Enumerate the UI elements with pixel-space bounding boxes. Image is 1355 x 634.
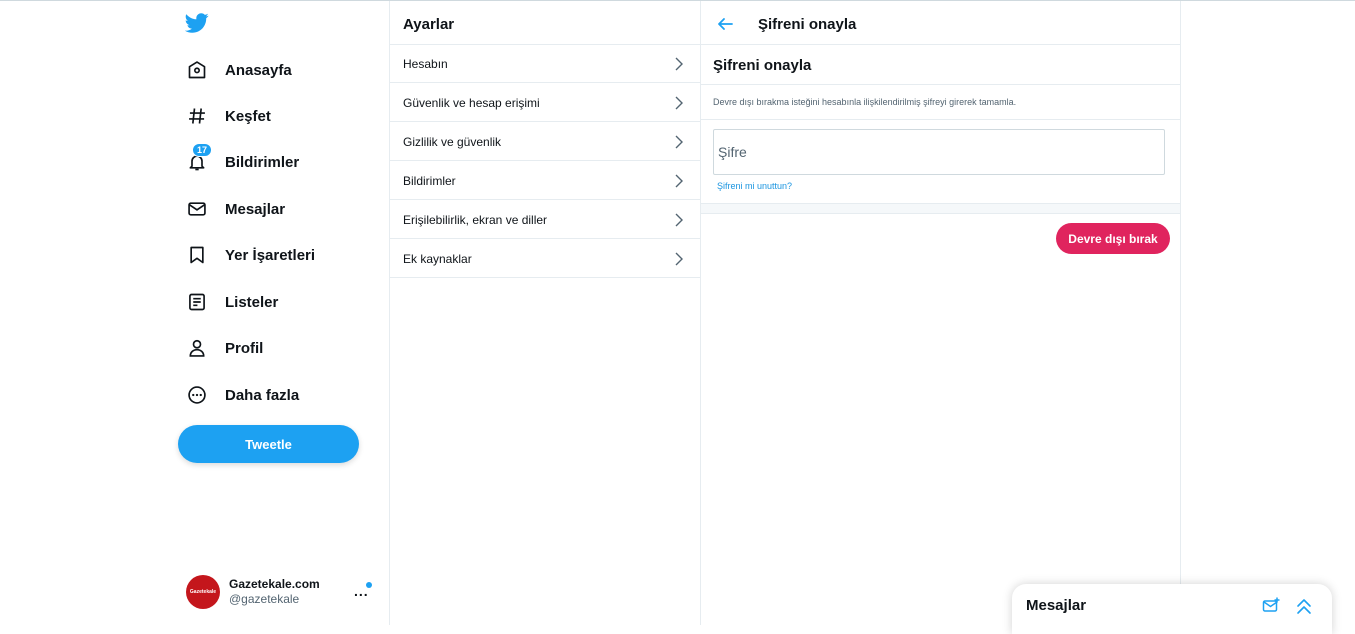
list-icon [186,291,208,313]
section-separator [701,203,1180,214]
settings-item-account[interactable]: Hesabın [390,45,700,83]
new-message-icon[interactable] [1262,597,1280,615]
nav-item-messages[interactable]: Mesajlar [186,191,285,227]
bookmark-icon [186,244,208,266]
dock-title: Mesajlar [1026,597,1087,614]
settings-item-label: Bildirimler [403,173,456,188]
settings-item-label: Gizlilik ve güvenlik [403,134,502,149]
nav-item-explore[interactable]: Keşfet [186,98,271,134]
chevron-right-icon [675,213,683,226]
nav-item-notifications[interactable]: 17 Bildirimler [186,143,300,180]
chevron-right-icon [675,174,683,187]
tweet-button[interactable]: Tweetle [178,425,359,463]
settings-item-security[interactable]: Güvenlik ve hesap erişimi [390,84,700,122]
password-field[interactable] [713,129,1165,175]
home-icon [186,59,208,81]
back-arrow-icon[interactable] [716,15,734,33]
divider [701,119,1180,120]
nav-label: Yer İşaretleri [225,246,316,264]
unread-dot-icon [366,582,372,588]
settings-item-notifications[interactable]: Bildirimler [390,162,700,200]
chevron-right-icon [675,252,683,265]
nav-label: Profil [225,339,264,357]
password-input[interactable] [714,130,1164,174]
chevron-double-up-icon[interactable] [1295,597,1313,615]
account-name: Gazetekale.com [229,577,320,591]
divider [701,84,1180,85]
chevron-right-icon [675,57,683,70]
divider [701,44,1180,45]
chevron-right-icon [675,135,683,148]
nav-label: Listeler [225,293,279,311]
avatar: Gazetekale [186,575,220,609]
messages-dock[interactable]: Mesajlar [1012,584,1332,634]
account-handle: @gazetekale [229,592,300,606]
notification-badge: 17 [192,143,213,157]
nav-label: Daha fazla [225,386,300,404]
bell-icon: 17 [186,143,213,173]
column-divider [700,1,701,625]
nav-item-profile[interactable]: Profil [186,330,263,366]
nav-label: Keşfet [225,107,271,125]
settings-item-label: Erişilebilirlik, ekran ve diller [403,212,548,227]
deactivate-button[interactable]: Devre dışı bırak [1056,223,1170,254]
section-title: Şifreni onayla [713,57,812,74]
page-title: Şifreni onayla [758,16,857,33]
nav-label: Mesajlar [225,200,286,218]
nav-item-home[interactable]: Anasayfa [186,52,292,88]
account-switcher[interactable]: Gazetekale Gazetekale.com @gazetekale [186,575,320,609]
nav-label: Bildirimler [225,153,300,171]
settings-item-privacy[interactable]: Gizlilik ve güvenlik [390,123,700,161]
forgot-password-link[interactable]: Şifreni mi unuttun? [717,181,792,191]
nav-item-lists[interactable]: Listeler [186,284,278,320]
profile-icon [186,337,208,359]
nav-item-bookmarks[interactable]: Yer İşaretleri [186,237,315,273]
settings-item-label: Güvenlik ve hesap erişimi [403,95,540,110]
chevron-right-icon [675,96,683,109]
nav-label: Anasayfa [225,61,292,79]
settings-item-resources[interactable]: Ek kaynaklar [390,240,700,278]
settings-item-label: Ek kaynaklar [403,251,472,266]
settings-item-label: Hesabın [403,56,448,71]
nav-item-more[interactable]: Daha fazla [186,377,299,413]
hashtag-icon [186,105,208,127]
description-text: Devre dışı bırakma isteğini hesabınla il… [713,97,1017,107]
settings-item-accessibility[interactable]: Erişilebilirlik, ekran ve diller [390,201,700,239]
more-circle-icon [186,384,208,406]
settings-title: Ayarlar [403,16,455,33]
mail-icon [186,198,208,220]
column-divider [1180,1,1181,625]
twitter-logo-icon[interactable] [185,11,209,35]
